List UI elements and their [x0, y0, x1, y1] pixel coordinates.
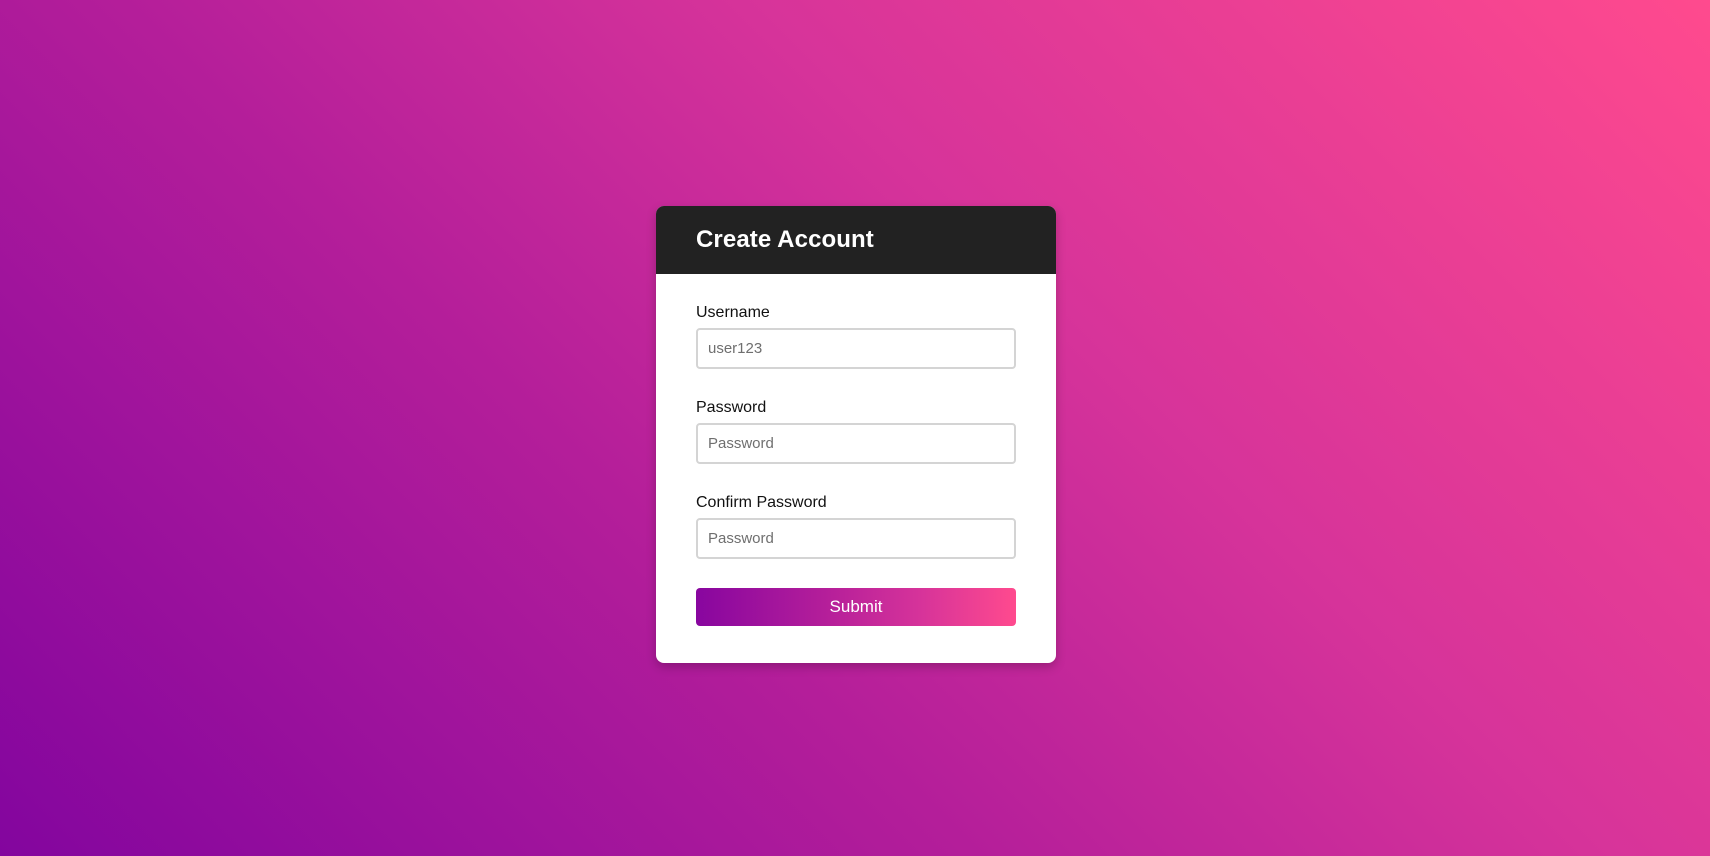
page-title: Create Account [696, 226, 874, 253]
signup-form: Username Password Confirm Password Submi… [656, 274, 1056, 626]
username-label: Username [696, 304, 770, 321]
username-input[interactable] [696, 328, 1016, 369]
username-field-group: Username [696, 303, 1016, 369]
confirm-password-label: Confirm Password [696, 494, 827, 511]
submit-button[interactable]: Submit [696, 588, 1016, 626]
password-input[interactable] [696, 423, 1016, 464]
confirm-password-input[interactable] [696, 518, 1016, 559]
card-header: Create Account [656, 206, 1056, 274]
confirm-password-field-group: Confirm Password [696, 493, 1016, 559]
password-field-group: Password [696, 398, 1016, 464]
password-label: Password [696, 399, 767, 416]
create-account-card: Create Account Username Password Confirm… [656, 206, 1056, 663]
